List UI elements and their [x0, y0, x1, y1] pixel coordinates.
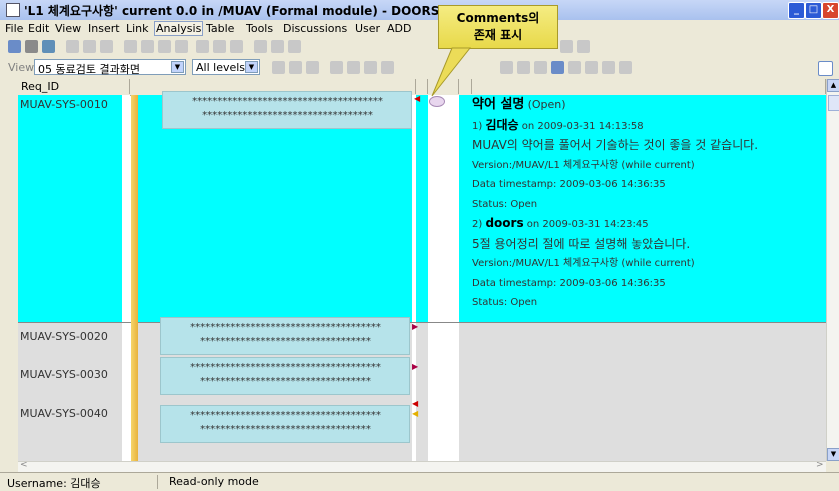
callout-pointer	[431, 47, 472, 97]
callout-arrow	[431, 47, 472, 97]
scroll-up-icon[interactable]: ▲	[827, 79, 839, 92]
status-username: Username: 김대승	[4, 475, 158, 490]
vertical-scrollbar[interactable]: ▲ ▼	[826, 79, 839, 461]
status-mode: Read-only mode	[169, 475, 259, 488]
scroll-left-icon[interactable]: <	[20, 460, 28, 470]
scroll-down-icon[interactable]: ▼	[827, 448, 839, 461]
status-bar: Username: 김대승 Read-only mode	[0, 472, 839, 491]
scroll-right-icon[interactable]: >	[816, 460, 824, 470]
scroll-thumb[interactable]	[828, 95, 839, 111]
